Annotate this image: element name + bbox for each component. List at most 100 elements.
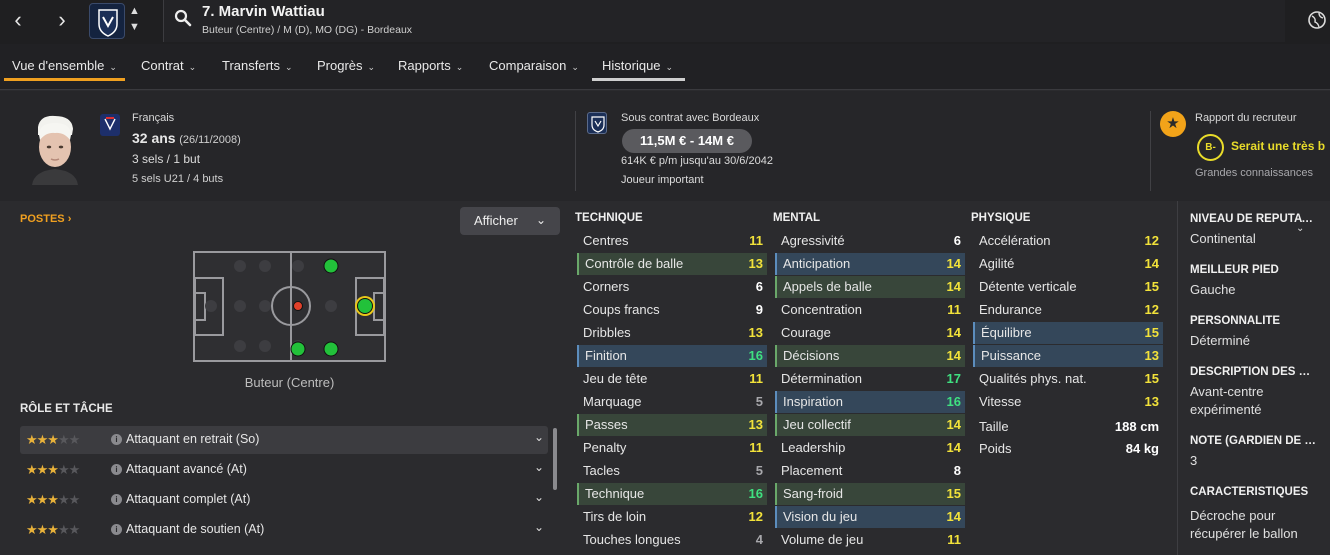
attribute-row[interactable]: Leadership 14 (775, 437, 965, 459)
previous-player-icon[interactable]: ▲ (129, 5, 140, 17)
attribute-value: 14 (1144, 256, 1159, 271)
divider (575, 111, 576, 191)
attribute-row[interactable]: Vitesse 13 (973, 391, 1163, 413)
info-icon[interactable]: i (111, 434, 122, 445)
chevron-down-icon[interactable]: ⌄ (534, 490, 544, 504)
attribute-row[interactable]: Anticipation 14 (775, 253, 965, 275)
tab-transfers[interactable]: Transferts ⌄ (222, 58, 293, 73)
tab-comparison[interactable]: Comparaison ⌄ (489, 58, 579, 73)
attribute-row[interactable]: Qualités phys. nat. 15 (973, 368, 1163, 390)
attribute-name: Endurance (979, 302, 1042, 317)
attribute-value: 12 (1144, 233, 1159, 248)
info-icon[interactable]: i (111, 464, 122, 475)
chevron-down-icon: ⌄ (535, 213, 546, 227)
chevron-down-icon[interactable]: ⌄ (534, 430, 544, 444)
attribute-row[interactable]: Contrôle de balle 13 (577, 253, 767, 275)
attribute-row[interactable]: Accélération 12 (973, 230, 1163, 252)
role-rating-stars: ★★★★★ (26, 462, 80, 477)
attribute-name: Tirs de loin (583, 509, 647, 524)
attribute-row[interactable]: Inspiration 16 (775, 391, 965, 413)
france-federation-icon (100, 114, 120, 136)
globe-icon[interactable] (1307, 10, 1327, 30)
role-label: Attaquant complet (At) (126, 492, 251, 506)
role-row[interactable]: ★★★★★ i Attaquant complet (At) ⌄ (20, 486, 548, 514)
attribute-row[interactable]: Agressivité 6 (775, 230, 965, 252)
scout-grade-badge[interactable]: B- (1197, 134, 1224, 161)
info-icon[interactable]: i (111, 524, 122, 535)
attribute-row[interactable]: Équilibre 15 (973, 322, 1163, 344)
tab-overview[interactable]: Vue d'ensemble ⌄ (12, 58, 117, 73)
display-dropdown[interactable]: Afficher ⌄ (460, 207, 560, 235)
attribute-row[interactable]: Vision du jeu 14 (775, 506, 965, 528)
chevron-right-icon: › (67, 213, 72, 225)
attribute-row[interactable]: Puissance 13 (973, 345, 1163, 367)
attribute-row[interactable]: Sang-froid 15 (775, 483, 965, 505)
attribute-row[interactable]: Passes 13 (577, 414, 767, 436)
attribute-row[interactable]: Décisions 14 (775, 345, 965, 367)
attribute-row[interactable]: Placement 8 (775, 460, 965, 482)
weight-value: 84 kg (1125, 441, 1159, 456)
attribute-row[interactable]: Finition 16 (577, 345, 767, 367)
attribute-value: 11 (749, 440, 763, 455)
attribute-value: 4 (755, 532, 763, 547)
attribute-name: Technique (585, 486, 645, 501)
chevron-down-icon: ⌄ (571, 62, 579, 72)
positions-link[interactable]: POSTES › (20, 213, 71, 225)
position-pitch[interactable] (193, 251, 386, 362)
tab-reports[interactable]: Rapports ⌄ (398, 58, 463, 73)
tab-progress[interactable]: Progrès ⌄ (317, 58, 375, 73)
role-row[interactable]: ★★★★★ i Attaquant de soutien (At) ⌄ (20, 516, 548, 544)
club-crest-icon[interactable] (89, 3, 125, 39)
attribute-row[interactable]: Détermination 17 (775, 368, 965, 390)
tab-contract[interactable]: Contrat ⌄ (141, 58, 196, 73)
personality-heading: PERSONNALITÉ (1190, 315, 1281, 327)
attribute-row[interactable]: Détente verticale 15 (973, 276, 1163, 298)
player-search-bar[interactable]: 7. Marvin Wattiau Buteur (Centre) / M (D… (163, 0, 1285, 42)
attribute-row[interactable]: Concentration 11 (775, 299, 965, 321)
attribute-row[interactable]: Technique 16 (577, 483, 767, 505)
back-arrow-icon[interactable]: ‹ (4, 8, 32, 34)
attribute-value: 13 (748, 256, 763, 271)
attribute-value: 15 (1144, 325, 1159, 340)
attribute-row[interactable]: Dribbles 13 (577, 322, 767, 344)
attribute-value: 6 (953, 233, 961, 248)
attribute-name: Volume de jeu (781, 532, 864, 547)
attribute-row[interactable]: Jeu de tête 11 (577, 368, 767, 390)
role-label: Attaquant de soutien (At) (126, 522, 265, 536)
tab-history[interactable]: Historique ⌄ (602, 58, 673, 73)
attribute-row[interactable]: Jeu collectif 14 (775, 414, 965, 436)
attribute-row[interactable]: Appels de balle 14 (775, 276, 965, 298)
attribute-value: 5 (755, 463, 763, 478)
role-row[interactable]: ★★★★★ i Attaquant en retrait (So) ⌄ (20, 426, 548, 454)
info-icon[interactable]: i (111, 494, 122, 505)
attribute-value: 16 (946, 394, 961, 409)
transfer-value-badge[interactable]: 11,5M € - 14M € (622, 129, 752, 153)
attribute-row[interactable]: Volume de jeu 11 (775, 529, 965, 551)
attribute-row[interactable]: Marquage 5 (577, 391, 767, 413)
attribute-row[interactable]: Courage 14 (775, 322, 965, 344)
attribute-row[interactable]: Agilité 14 (973, 253, 1163, 275)
attribute-row[interactable]: Touches longues 4 (577, 529, 767, 551)
tab-label: Comparaison (489, 58, 567, 73)
player-summary-band: Français 32 ans (26/11/2008) 3 sels / 1 … (0, 91, 1330, 201)
attribute-row[interactable]: Tirs de loin 12 (577, 506, 767, 528)
roles-scrollbar[interactable] (553, 428, 557, 490)
attribute-row[interactable]: Tacles 5 (577, 460, 767, 482)
chevron-down-icon[interactable]: ⌄ (534, 520, 544, 534)
international-caps: 3 sels / 1 but (132, 152, 201, 166)
forward-arrow-icon[interactable]: › (48, 8, 76, 34)
attribute-row[interactable]: Corners 6 (577, 276, 767, 298)
role-row[interactable]: ★★★★★ i Attaquant avancé (At) ⌄ (20, 456, 548, 484)
attribute-row[interactable]: Coups francs 9 (577, 299, 767, 321)
player-name-title: 7. Marvin Wattiau (202, 3, 325, 20)
player-face-avatar[interactable] (24, 113, 86, 185)
next-player-icon[interactable]: ▼ (129, 21, 140, 33)
attribute-row[interactable]: Endurance 12 (973, 299, 1163, 321)
attribute-value: 6 (755, 279, 763, 294)
chevron-down-icon[interactable]: ⌄ (534, 460, 544, 474)
wage-info: 614K € p/m jusqu'au 30/6/2042 (621, 155, 773, 167)
attribute-row[interactable]: Penalty 11 (577, 437, 767, 459)
positions-panel: POSTES › Afficher ⌄ Buteur (Centre) RÔLE… (0, 201, 565, 555)
attribute-row[interactable]: Centres 11 (577, 230, 767, 252)
u21-caps: 5 sels U21 / 4 buts (132, 173, 224, 185)
